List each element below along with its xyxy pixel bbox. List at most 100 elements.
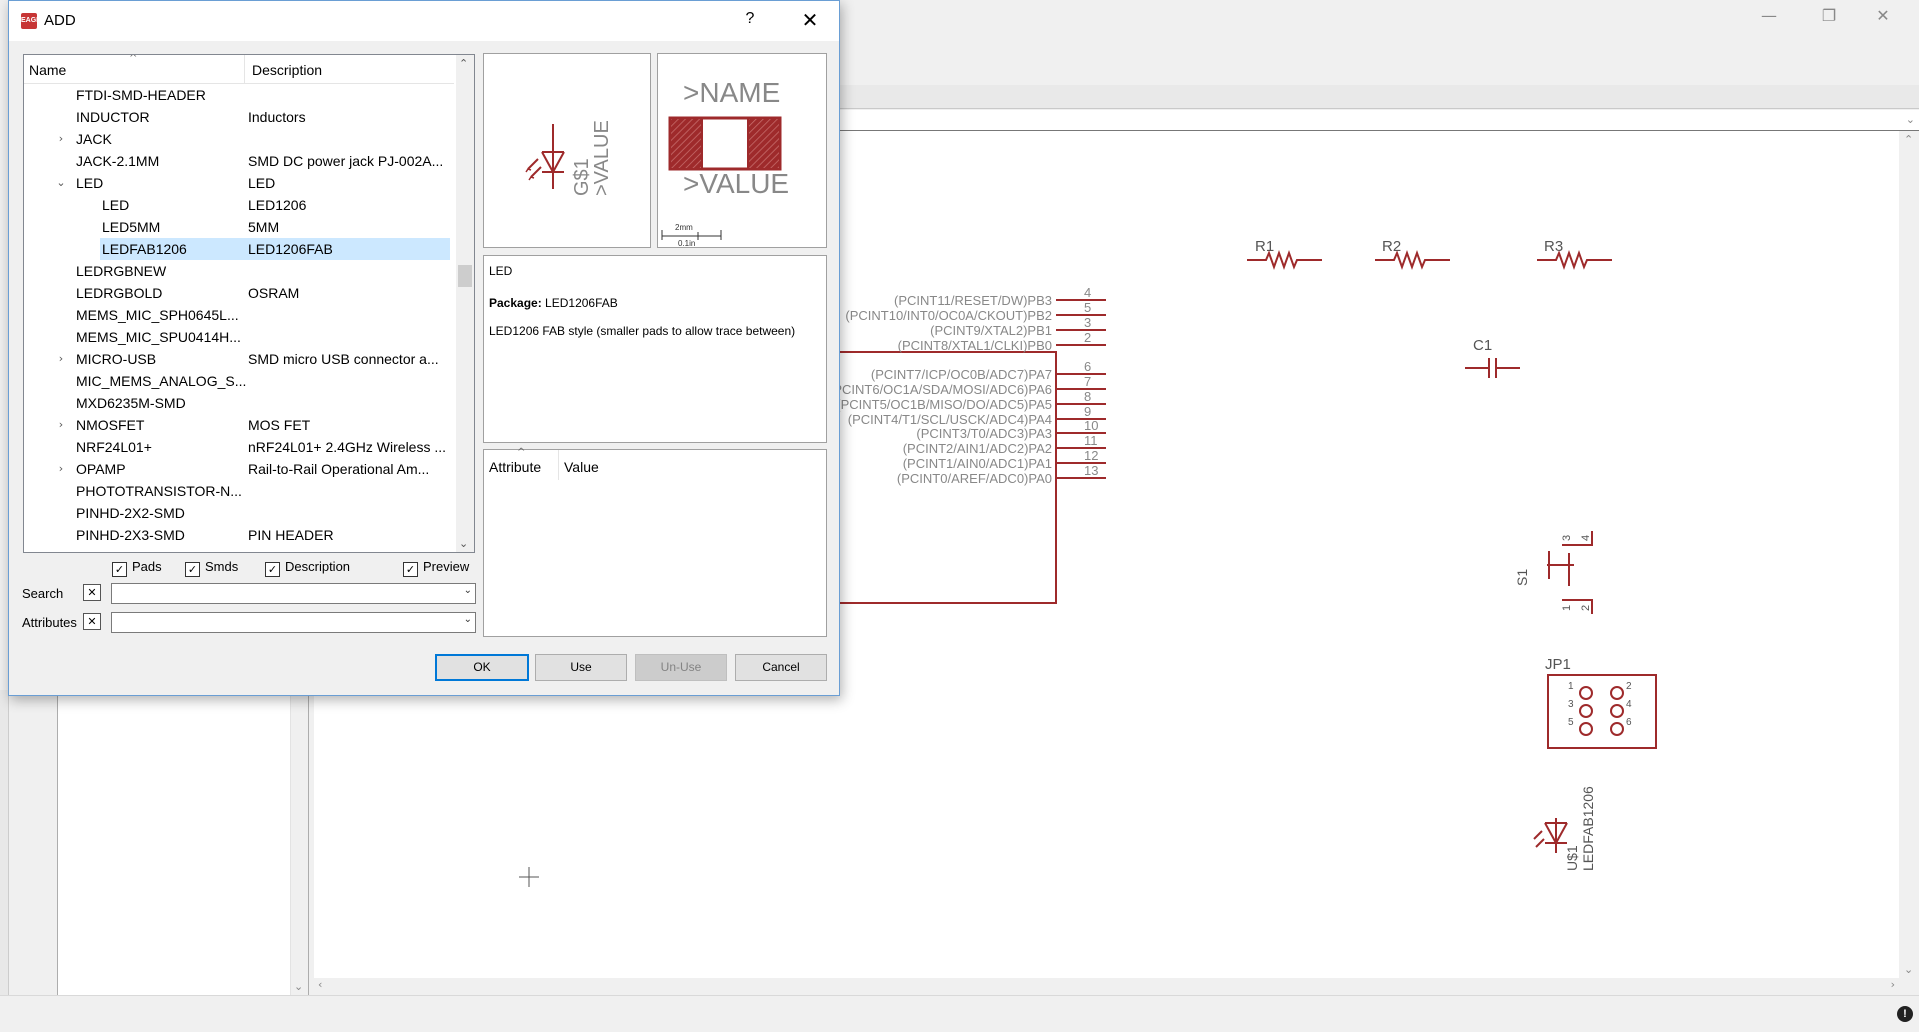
tree-row-description: SMD DC power jack PJ-002A... [248, 153, 444, 169]
help-button[interactable]: ? [739, 10, 761, 28]
tree-row[interactable]: LED5MM 5MM [24, 216, 454, 238]
column-divider[interactable] [558, 450, 559, 480]
checkbox-check-icon[interactable]: ✓ [185, 562, 200, 577]
attributes-label: Attributes [22, 615, 77, 630]
tree-row[interactable]: › NMOSFET MOS FET [24, 414, 454, 436]
tree-row[interactable]: LEDFAB1206 LED1206FAB [24, 238, 454, 260]
tree-row[interactable]: MEMS_MIC_SPU0414H... [24, 326, 454, 348]
tree-row[interactable]: LED LED1206 [24, 194, 454, 216]
search-input[interactable]: ⌄ [111, 583, 476, 604]
led-u1[interactable]: U$1 LEDFAB1206 [1533, 786, 1596, 871]
checkbox-check-icon[interactable]: ✓ [403, 562, 418, 577]
canvas-horizontal-scrollbar[interactable]: ‹ › [314, 978, 1899, 995]
search-label: Search [22, 586, 64, 601]
clear-attributes-icon[interactable]: ✕ [83, 613, 101, 630]
tree-row[interactable]: PINHD-2X3-SMD PIN HEADER [24, 524, 454, 546]
window-close-button[interactable]: ✕ [1860, 4, 1906, 28]
ic-pin-number: 11 [1084, 433, 1098, 448]
ic-pin-label: (PCINT6/OC1A/SDA/MOSI/ADC6)PA6 [829, 382, 1052, 397]
library-tree[interactable]: ^ Name Description FTDI-SMD-HEADER INDUCT… [23, 54, 475, 553]
collapse-chevron-icon[interactable]: ⌄ [54, 172, 68, 194]
restore-button[interactable]: ❐ [1806, 4, 1852, 28]
ic-pin-number: 13 [1084, 463, 1098, 478]
tree-row[interactable]: ⌄ LED LED [24, 172, 454, 194]
description-checkbox[interactable]: ✓ Description [265, 559, 350, 577]
scroll-up-icon[interactable]: ⌃ [459, 57, 468, 70]
ic-pin-label: (PCINT7/ICP/OC0B/ADC7)PA7 [871, 367, 1052, 382]
cancel-button[interactable]: Cancel [735, 654, 827, 681]
tree-row-description: SMD micro USB connector a... [248, 351, 439, 367]
dialog-title-bar[interactable]: EAGLE ADD ? ✕ [9, 1, 839, 41]
attributes-table[interactable]: ^ Attribute Value [483, 447, 827, 637]
name-column-header[interactable]: Name [29, 62, 66, 78]
attiny44-symbol[interactable]: (PCINT11/RESET/DW)PB3 4 (PCINT10/INT0/OC0A… [829, 285, 1106, 604]
tree-row[interactable]: LEDRGBNEW [24, 260, 454, 282]
dialog-close-button[interactable]: ✕ [795, 8, 825, 32]
side-panel-scrollbar[interactable]: ⌄ [290, 690, 308, 995]
expand-chevron-icon[interactable]: › [54, 348, 68, 370]
tree-row[interactable]: MXD6235M-SMD [24, 392, 454, 414]
resistor-label: R2 [1382, 238, 1401, 255]
tree-row[interactable]: NRF24L01+ nRF24L01+ 2.4GHz Wireless ... [24, 436, 454, 458]
capacitor-label: C1 [1473, 337, 1492, 354]
ok-button[interactable]: OK [435, 654, 529, 681]
package-value: LED1206FAB [545, 296, 618, 310]
canvas-vertical-scrollbar[interactable]: ⌃ ⌄ [1899, 131, 1919, 978]
scroll-up-icon[interactable]: ⌃ [1904, 133, 1913, 146]
tree-row[interactable]: PINHD-2X2-SMD [24, 502, 454, 524]
tree-row[interactable]: › JACK [24, 128, 454, 150]
chevron-down-icon[interactable]: ⌄ [464, 585, 472, 596]
scroll-down-icon[interactable]: ⌄ [459, 537, 468, 550]
tree-row[interactable]: MEMS_MIC_SPH0645L... [24, 304, 454, 326]
tree-row[interactable]: JACK-2.1MM SMD DC power jack PJ-002A... [24, 150, 454, 172]
checkbox-check-icon[interactable]: ✓ [265, 562, 280, 577]
switch-s1[interactable]: S1 3 4 1 2 [1514, 531, 1593, 614]
tree-row-name: LEDRGBOLD [76, 285, 163, 301]
tree-scrollbar[interactable]: ⌃ ⌄ [456, 55, 474, 552]
resistor-r2[interactable]: R2 [1375, 238, 1450, 270]
header-jp1[interactable]: JP1 1 2 3 4 5 6 [1545, 656, 1657, 749]
attribute-column-header[interactable]: Attribute [489, 459, 541, 475]
description-label: Description [285, 559, 351, 574]
scroll-down-icon[interactable]: ⌄ [1904, 963, 1913, 976]
expand-chevron-icon[interactable]: › [54, 128, 68, 150]
tree-row-name: PINHD-2X3-SMD [76, 527, 185, 543]
scroll-right-icon[interactable]: › [1891, 978, 1895, 991]
tree-row-name: LEDFAB1206 [100, 238, 246, 260]
info-icon[interactable]: ! [1897, 1006, 1913, 1022]
scroll-left-icon[interactable]: ‹ [318, 978, 322, 991]
tree-row[interactable]: › OPAMP Rail-to-Rail Operational Am... [24, 458, 454, 480]
scroll-thumb[interactable] [458, 265, 472, 287]
clear-search-icon[interactable]: ✕ [83, 584, 101, 601]
resistor-r3[interactable]: R3 [1537, 238, 1612, 270]
ic-pin-number: 5 [1084, 300, 1091, 315]
tree-row[interactable]: MIC_MEMS_ANALOG_S... [24, 370, 454, 392]
description-column-header[interactable]: Description [252, 62, 322, 78]
tree-row[interactable]: LEDRGBOLD OSRAM [24, 282, 454, 304]
symbol-preview: G$1 >VALUE [483, 53, 651, 248]
preview-checkbox[interactable]: ✓ Preview [403, 559, 469, 577]
use-button[interactable]: Use [535, 654, 627, 681]
chevron-down-icon[interactable]: ⌄ [464, 614, 472, 625]
tree-row[interactable]: FTDI-SMD-HEADER [24, 84, 454, 106]
resistor-r1[interactable]: R1 [1247, 238, 1322, 270]
expand-chevron-icon[interactable]: › [54, 458, 68, 480]
tree-row[interactable]: PHOTOTRANSISTOR-N... [24, 480, 454, 502]
attributes-input[interactable]: ⌄ [111, 612, 476, 633]
expand-chevron-icon[interactable]: › [54, 414, 68, 436]
smds-checkbox[interactable]: ✓ Smds [185, 559, 238, 577]
checkbox-check-icon[interactable]: ✓ [112, 562, 127, 577]
tree-row[interactable]: INDUCTOR Inductors [24, 106, 454, 128]
column-divider[interactable] [244, 55, 245, 83]
chevron-down-icon[interactable]: ⌄ [1906, 113, 1915, 126]
tree-row-description: LED [248, 175, 276, 191]
pads-checkbox[interactable]: ✓ Pads [112, 559, 162, 577]
tree-row[interactable]: › MICRO-USB SMD micro USB connector a... [24, 348, 454, 370]
side-panel: ⌄ [57, 690, 309, 996]
unuse-button[interactable]: Un-Use [635, 654, 727, 681]
scroll-down-icon[interactable]: ⌄ [294, 980, 303, 993]
ic-pin-label: (PCINT0/AREF/ADC0)PA0 [897, 471, 1052, 486]
value-column-header[interactable]: Value [564, 459, 599, 475]
capacitor-c1[interactable]: C1 [1465, 337, 1520, 378]
minimize-button[interactable]: — [1746, 4, 1792, 28]
